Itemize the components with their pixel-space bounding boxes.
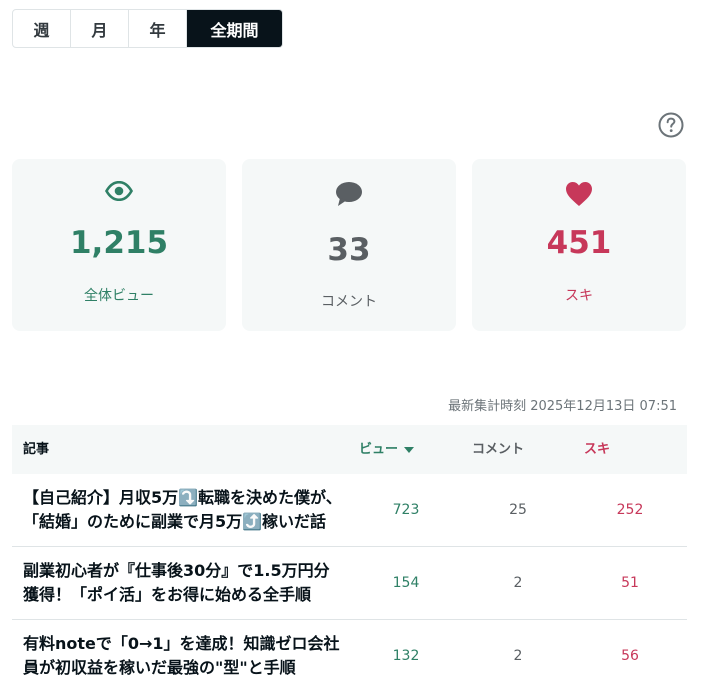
row-comments: 2	[513, 648, 523, 664]
row-views: 132	[392, 648, 420, 664]
row-comments: 25	[509, 502, 527, 518]
total-likes-label: スキ	[565, 288, 593, 304]
header-article: 記事	[23, 442, 50, 457]
header-views-sort[interactable]: ビュー	[359, 425, 415, 474]
table-row: 有料noteで「0→1」を達成！知識ゼロ会社員が初収益を稼いだ最強の"型"と手順…	[12, 620, 687, 693]
tab-year[interactable]: 年	[129, 10, 187, 47]
table-header: 記事 ビュー コメント スキ	[12, 425, 687, 474]
sort-down-icon	[404, 446, 415, 453]
row-likes: 51	[621, 575, 639, 591]
eye-icon	[12, 181, 226, 209]
total-comments-label: コメント	[321, 294, 377, 310]
row-likes: 252	[616, 502, 644, 518]
tab-week[interactable]: 週	[13, 10, 71, 47]
row-views: 154	[392, 575, 420, 591]
last-updated-timestamp: 最新集計時刻 2025年12月13日 07:51	[448, 399, 677, 414]
article-title-link[interactable]: 【自己紹介】月収5万⤵️転職を決めた僕が、「結婚」のために副業で月5万⤴️稼いだ…	[23, 486, 343, 534]
tab-all-time[interactable]: 全期間	[187, 10, 282, 47]
stats-page: 週 月 年 全期間 1,215 全体ビュー 33 コメント 451 スキ 最新集…	[0, 0, 728, 693]
help-icon[interactable]	[658, 112, 684, 138]
period-tabs: 週 月 年 全期間	[12, 9, 283, 48]
article-title-link[interactable]: 有料noteで「0→1」を達成！知識ゼロ会社員が初収益を稼いだ最強の"型"と手順	[23, 632, 343, 680]
total-views-value: 1,215	[69, 225, 169, 261]
table-row: 副業初心者が『仕事後30分』で1.5万円分獲得！「ポイ活」をお得に始める全手順 …	[12, 547, 687, 620]
row-views: 723	[392, 502, 420, 518]
heart-icon	[472, 181, 686, 209]
comment-bubble-icon	[242, 181, 456, 209]
total-views-label: 全体ビュー	[84, 288, 154, 304]
tab-month[interactable]: 月	[71, 10, 129, 47]
article-title-link[interactable]: 副業初心者が『仕事後30分』で1.5万円分獲得！「ポイ活」をお得に始める全手順	[23, 559, 343, 607]
header-comments[interactable]: コメント	[472, 425, 524, 474]
likes-stat-card: 451 スキ	[472, 159, 686, 331]
total-likes-value: 451	[546, 225, 612, 261]
row-likes: 56	[621, 648, 639, 664]
comments-stat-card: 33 コメント	[242, 159, 456, 331]
total-comments-value: 33	[327, 232, 371, 268]
header-views-label: ビュー	[359, 442, 399, 457]
row-comments: 2	[513, 575, 523, 591]
table-row: 【自己紹介】月収5万⤵️転職を決めた僕が、「結婚」のために副業で月5万⤴️稼いだ…	[12, 474, 687, 547]
header-likes[interactable]: スキ	[584, 425, 610, 474]
views-stat-card: 1,215 全体ビュー	[12, 159, 226, 331]
